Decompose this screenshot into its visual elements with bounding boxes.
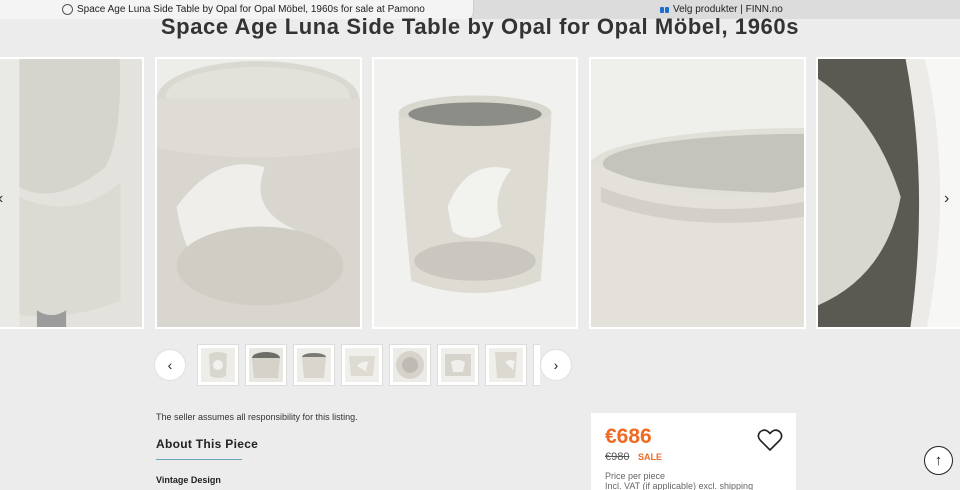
about-heading: About This Piece <box>156 437 259 451</box>
carousel-image[interactable] <box>372 57 578 329</box>
thumbnail[interactable] <box>389 344 431 386</box>
page-title: Space Age Luna Side Table by Opal for Op… <box>160 14 800 39</box>
thumbnail[interactable] <box>485 344 527 386</box>
heading-underline <box>156 459 242 460</box>
thumbnail[interactable] <box>437 344 479 386</box>
thumbnail[interactable] <box>197 344 239 386</box>
carousel-image[interactable] <box>0 57 144 329</box>
original-price: €980 <box>605 451 630 463</box>
seller-responsibility-note: The seller assumes all responsibility fo… <box>156 412 358 422</box>
vat-note: Incl. VAT (if applicable) excl. shipping <box>605 481 754 490</box>
thumbnail[interactable] <box>341 344 383 386</box>
price-unit-note: Price per piece <box>605 471 666 481</box>
price-card: €686 €980 SALE Price per piece Incl. VAT… <box>591 413 796 490</box>
sale-badge: SALE <box>638 452 663 462</box>
scroll-to-top-button[interactable]: ↑ <box>924 446 953 475</box>
finn-favicon-icon <box>660 6 669 13</box>
chevron-right-icon: › <box>553 357 559 373</box>
design-type-label: Vintage Design <box>156 475 221 485</box>
thumbnail-strip: ‹ › <box>155 344 575 388</box>
carousel-prev-arrow-icon[interactable]: ‹ <box>0 190 3 208</box>
image-carousel: ‹ › <box>0 55 960 331</box>
thumbnail[interactable] <box>533 344 540 386</box>
carousel-image[interactable] <box>155 57 362 329</box>
carousel-next-arrow-icon[interactable]: › <box>944 190 949 208</box>
sale-price: €686 <box>605 425 652 448</box>
thumbnail-prev-button[interactable]: ‹ <box>155 350 185 380</box>
chevron-left-icon: ‹ <box>167 357 173 373</box>
carousel-image[interactable] <box>589 57 806 329</box>
thumbnail[interactable] <box>293 344 335 386</box>
favorite-heart-icon[interactable] <box>757 428 783 452</box>
carousel-image[interactable] <box>816 57 960 329</box>
thumbnail[interactable] <box>245 344 287 386</box>
arrow-up-icon: ↑ <box>934 452 943 469</box>
thumbnail-next-button[interactable]: › <box>541 350 571 380</box>
